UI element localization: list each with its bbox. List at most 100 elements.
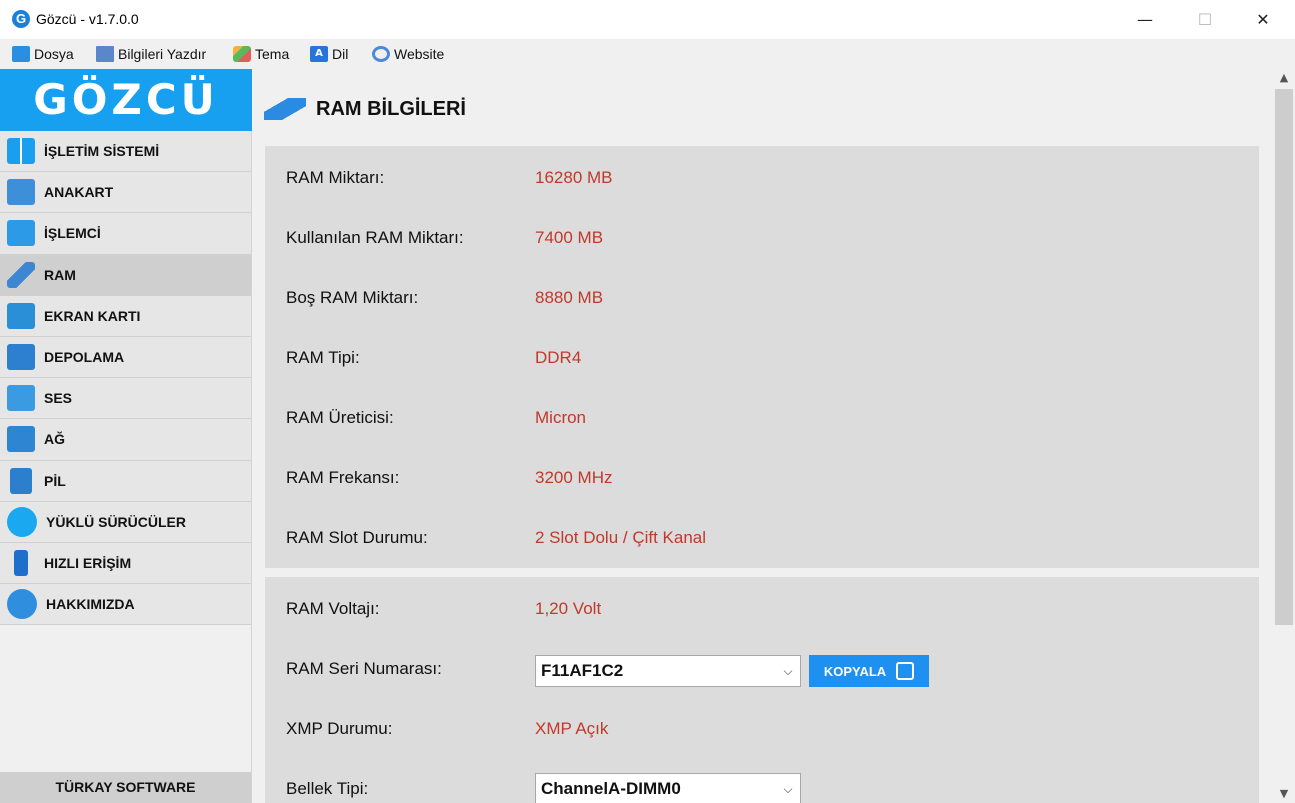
app-logo: GÖZCÜ [0, 69, 252, 131]
sidebar-item-label: SES [44, 390, 73, 407]
user-icon [7, 589, 37, 620]
menu-item-label: Dil [332, 46, 349, 62]
scrollbar-thumb[interactable] [1275, 89, 1293, 625]
page-header: RAM BİLGİLERİ [264, 89, 466, 129]
language-icon: A [310, 46, 328, 62]
sidebar-item-cpu[interactable]: İŞLEMCİ [0, 213, 251, 255]
sidebar-item-label: AĞ [44, 431, 65, 448]
close-button[interactable]: ✕ [1240, 0, 1286, 39]
menu-item-dosya[interactable]: Dosya [12, 43, 74, 65]
minimize-button[interactable]: — [1122, 0, 1168, 39]
theme-icon [233, 46, 251, 62]
menu-item-label: Tema [255, 46, 290, 62]
info-row: RAM Miktarı: 16280 MB [286, 166, 613, 190]
vertical-scrollbar[interactable]: ▲ ▼ [1273, 69, 1295, 803]
sidebar-item-about[interactable]: HAKKIMIZDA [0, 584, 251, 626]
info-row: RAM Voltajı: 1,20 Volt [286, 597, 601, 621]
sidebar-item-label: PİL [44, 472, 66, 489]
info-value: 1,20 Volt [535, 599, 602, 618]
driver-disc-icon [7, 506, 37, 537]
info-label: Boş RAM Miktarı: [286, 288, 419, 307]
info-value: Micron [535, 408, 587, 427]
sidebar-item-label: YÜKLÜ SÜRÜCÜLER [46, 513, 186, 530]
info-label: RAM Seri Numarası: [286, 659, 442, 678]
sidebar-item-label: DEPOLAMA [44, 349, 125, 366]
sidebar-item-drivers[interactable]: YÜKLÜ SÜRÜCÜLER [0, 501, 251, 543]
info-label: RAM Frekansı: [286, 468, 400, 487]
gpu-icon [7, 302, 35, 329]
copy-icon [896, 662, 915, 680]
info-value: XMP Açık [535, 719, 609, 738]
sidebar-item-quick-access[interactable]: HIZLI ERİŞİM [0, 542, 251, 585]
info-label: Bellek Tipi: [286, 779, 369, 798]
sidebar-item-motherboard[interactable]: ANAKART [0, 172, 251, 214]
cpu-icon [7, 220, 35, 247]
menu-item-language[interactable]: A Dil [310, 43, 348, 65]
page-title: RAM BİLGİLERİ [316, 97, 466, 120]
menu-item-print[interactable]: Bilgileri Yazdır [96, 43, 206, 65]
sidebar-item-gpu[interactable]: EKRAN KARTI [0, 295, 251, 337]
sidebar-footer: TÜRKAY SOFTWARE [0, 772, 251, 803]
sidebar-item-storage[interactable]: DEPOLAMA [0, 336, 251, 379]
info-row: Bellek Tipi: [286, 777, 535, 801]
serial-number-value: F11AF1C2 [541, 661, 624, 680]
sidebar-item-battery[interactable]: PİL [0, 460, 251, 502]
sidebar-item-operating-system[interactable]: İŞLETİM SİSTEMİ [0, 131, 251, 173]
info-value: 3200 MHz [535, 468, 613, 487]
info-row: RAM Slot Durumu: 2 Slot Dolu / Çift Kana… [286, 526, 706, 550]
speaker-icon [7, 385, 35, 412]
info-row: RAM Tipi: DDR4 [286, 346, 581, 370]
memory-type-select[interactable]: ChannelA-DIMM0 ⌵ [535, 773, 801, 803]
window-title: Gözcü - v1.7.0.0 [36, 11, 139, 27]
sidebar-item-label: ANAKART [44, 184, 114, 201]
menu-item-label: Bilgileri Yazdır [118, 46, 207, 62]
ram-icon [264, 98, 306, 120]
info-row: XMP Durumu: XMP Açık [286, 717, 608, 741]
battery-icon [10, 467, 32, 494]
menu-item-label: Website [394, 46, 445, 62]
app-logo-icon: G [12, 10, 30, 28]
scroll-up-arrow-icon[interactable]: ▲ [1273, 69, 1295, 87]
sidebar: GÖZCÜ İŞLETİM SİSTEMİ ANAKART İŞLEMCİ RA… [0, 69, 252, 803]
sidebar-item-label: HAKKIMIZDA [46, 596, 135, 613]
ram-details-panel: RAM Voltajı: 1,20 Volt RAM Seri Numarası… [265, 577, 1259, 803]
info-value: 8880 MB [535, 288, 604, 307]
windows-icon [7, 138, 35, 165]
sidebar-item-label: İŞLETİM SİSTEMİ [44, 143, 160, 160]
folder-icon [12, 46, 30, 62]
info-value: DDR4 [535, 348, 582, 367]
sidebar-item-network[interactable]: AĞ [0, 419, 251, 461]
sidebar-item-label: EKRAN KARTI [44, 307, 141, 324]
sidebar-item-label: HIZLI ERİŞİM [44, 554, 132, 571]
menu-item-theme[interactable]: Tema [233, 43, 289, 65]
chevron-down-icon: ⌵ [783, 781, 793, 796]
info-row: RAM Üreticisi: Micron [286, 406, 586, 430]
scroll-down-arrow-icon[interactable]: ▼ [1273, 785, 1295, 803]
info-label: RAM Miktarı: [286, 168, 385, 187]
maximize-button[interactable]: ☐ [1182, 0, 1228, 39]
motherboard-icon [7, 179, 35, 206]
info-label: RAM Tipi: [286, 348, 360, 367]
app-window: G Gözcü - v1.7.0.0 — ☐ ✕ Dosya Bilgileri… [0, 0, 1295, 803]
info-row: Kullanılan RAM Miktarı: 7400 MB [286, 226, 603, 250]
copy-button[interactable]: KOPYALA [809, 655, 929, 687]
info-label: Kullanılan RAM Miktarı: [286, 228, 464, 247]
title-bar: G Gözcü - v1.7.0.0 — ☐ ✕ [0, 0, 1295, 39]
ram-info-panel: RAM Miktarı: 16280 MB Kullanılan RAM Mik… [265, 146, 1259, 568]
sidebar-item-sound[interactable]: SES [0, 378, 251, 420]
info-row: RAM Seri Numarası: [286, 657, 535, 681]
info-label: RAM Voltajı: [286, 599, 380, 618]
sidebar-item-label: İŞLEMCİ [44, 225, 101, 242]
serial-number-select[interactable]: F11AF1C2 ⌵ [535, 655, 801, 687]
menu-item-label: Dosya [34, 46, 74, 62]
sidebar-item-ram[interactable]: RAM [0, 254, 251, 296]
info-row: RAM Frekansı: 3200 MHz [286, 466, 612, 490]
network-icon [7, 426, 35, 453]
info-row: Boş RAM Miktarı: 8880 MB [286, 286, 603, 310]
sidebar-nav: İŞLETİM SİSTEMİ ANAKART İŞLEMCİ RAM EKRA… [0, 131, 251, 626]
info-value: 2 Slot Dolu / Çift Kanal [535, 528, 707, 547]
print-icon [96, 46, 114, 62]
memory-type-value: ChannelA-DIMM0 [541, 779, 681, 798]
menu-item-website[interactable]: Website [372, 43, 444, 65]
sidebar-item-label: RAM [44, 266, 76, 283]
